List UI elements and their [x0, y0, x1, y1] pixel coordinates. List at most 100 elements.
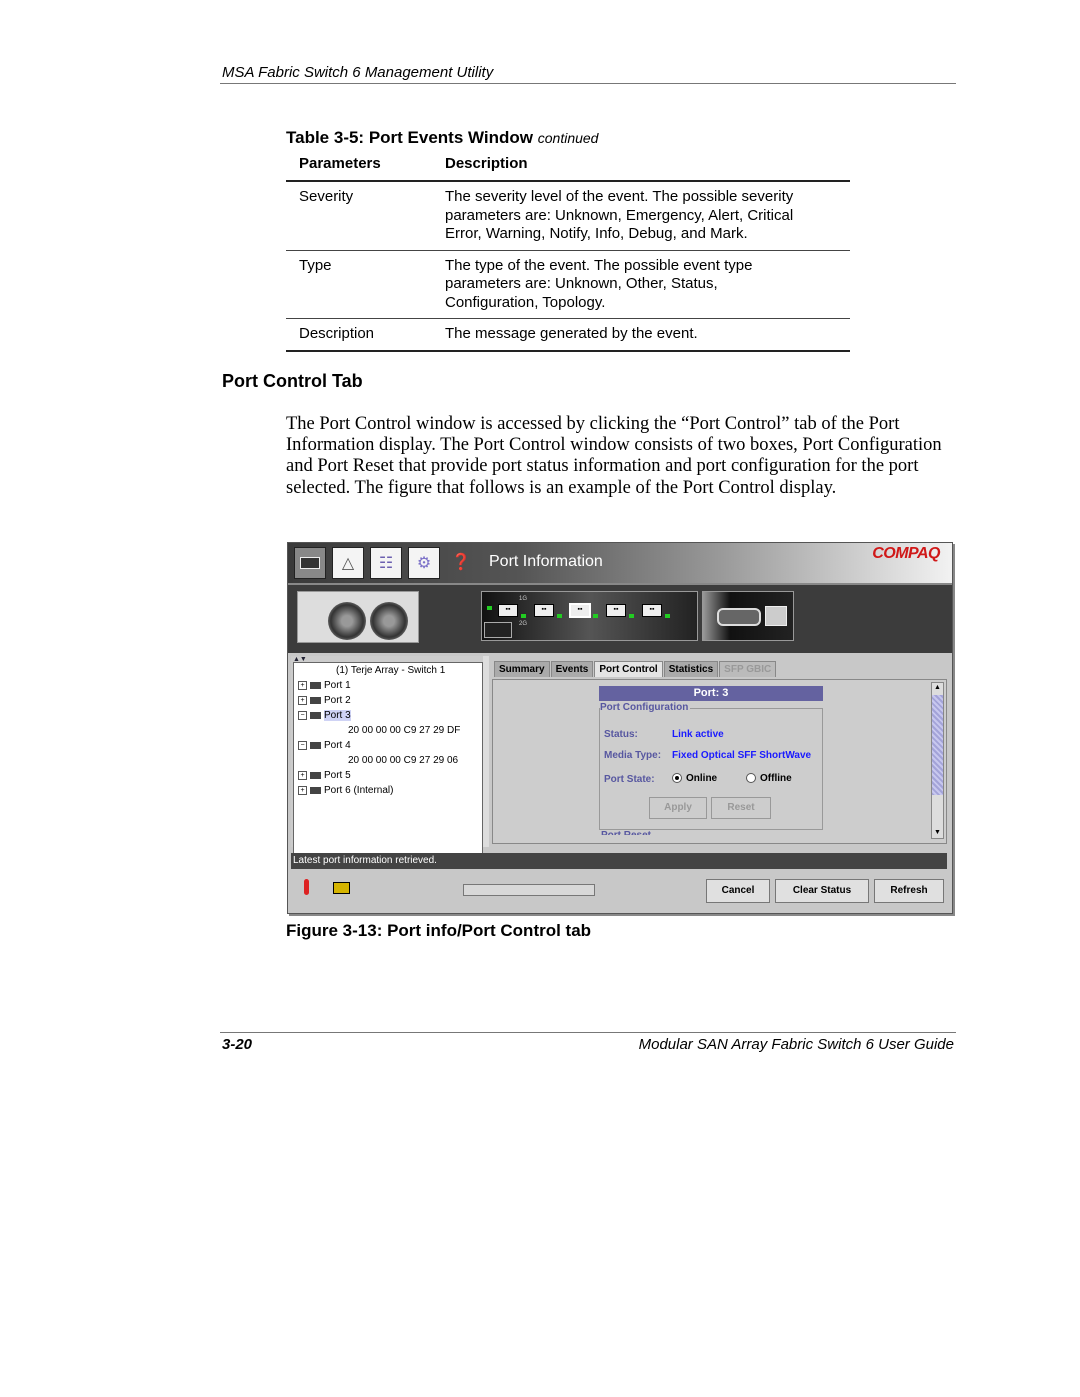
- clear-status-button[interactable]: Clear Status: [775, 879, 869, 903]
- port-5-connector[interactable]: ▪▪: [642, 604, 662, 617]
- port-status-icon: [333, 882, 350, 894]
- compaq-logo: COMPAQ: [872, 545, 940, 562]
- port-icon: [310, 696, 321, 704]
- collapse-icon[interactable]: −: [298, 710, 307, 720]
- expand-icon[interactable]: +: [298, 770, 307, 780]
- port-bay: ▪▪ ▪▪ ▪▪ ▪▪ ▪▪ 1G 2G: [481, 591, 698, 641]
- apply-button[interactable]: Apply: [649, 797, 707, 819]
- port-information-window: △ ☷ ⚙ ❓ Port Information COMPAQ ▪▪ ▪▪ ▪▪…: [287, 542, 953, 914]
- tree-node-port-5[interactable]: + Port 5: [298, 770, 351, 781]
- port-icon: [310, 786, 321, 794]
- node-label: Port 5: [324, 770, 351, 781]
- tab-port-control[interactable]: Port Control: [594, 661, 663, 677]
- port-2-connector[interactable]: ▪▪: [534, 604, 554, 617]
- expand-icon[interactable]: +: [298, 680, 307, 690]
- progress-bar: [463, 884, 595, 896]
- port-6-internal: [484, 622, 512, 638]
- port-3-connector[interactable]: ▪▪: [569, 603, 591, 618]
- tree-node-port-1[interactable]: + Port 1: [298, 680, 351, 691]
- ethernet-port-icon: [765, 606, 787, 626]
- scroll-up-icon[interactable]: ▲: [932, 683, 943, 693]
- tab-statistics[interactable]: Statistics: [663, 661, 719, 677]
- port-4-connector[interactable]: ▪▪: [606, 604, 626, 617]
- table-row: Description The message generated by the…: [286, 319, 850, 352]
- port-1-connector[interactable]: ▪▪: [498, 604, 518, 617]
- table-row: Severity The severity level of the event…: [286, 182, 850, 251]
- window-title: Port Information: [489, 553, 603, 570]
- param-cell: Type: [299, 256, 332, 274]
- vertical-scrollbar[interactable]: ▲ ▼: [931, 682, 944, 839]
- offline-label: Offline: [760, 773, 792, 784]
- switch-chassis: ▪▪ ▪▪ ▪▪ ▪▪ ▪▪ 1G 2G: [288, 583, 952, 653]
- cancel-button[interactable]: Cancel: [706, 879, 770, 903]
- port-configuration-legend: Port Configuration: [600, 702, 691, 713]
- tab-summary[interactable]: Summary: [494, 661, 550, 677]
- online-radio[interactable]: Online: [672, 773, 717, 784]
- status-value: Link active: [672, 729, 724, 740]
- desc-line: The message generated by the event.: [445, 325, 698, 342]
- port-events-table: Parameters Description Severity The seve…: [286, 155, 850, 352]
- port-configuration-box: Port Configuration Status: Link active M…: [599, 702, 823, 830]
- table-title: Table 3-5: Port Events Window continued: [286, 128, 598, 148]
- scroll-thumb[interactable]: [932, 695, 943, 795]
- header-description: Description: [445, 155, 528, 172]
- table-header: Parameters Description: [286, 155, 850, 182]
- speed-label: 2G: [519, 621, 528, 627]
- section-heading: Port Control Tab: [222, 371, 363, 391]
- table-row: Type The type of the event. The possible…: [286, 251, 850, 319]
- footer-title: Modular SAN Array Fabric Switch 6 User G…: [638, 1036, 954, 1053]
- expand-icon[interactable]: +: [298, 695, 307, 705]
- tab-sfp-gbic[interactable]: SFP GBIC: [719, 661, 777, 677]
- speed-label: 1G: [519, 596, 528, 602]
- collapse-icon[interactable]: −: [298, 740, 307, 750]
- figure-caption: Figure 3-13: Port info/Port Control tab: [286, 921, 592, 940]
- topology-icon[interactable]: △: [332, 547, 364, 579]
- desc-line: parameters are: Unknown, Other, Status,: [445, 275, 718, 292]
- port-icon: [310, 681, 321, 689]
- thermometer-icon: [304, 879, 309, 895]
- link-led: [521, 614, 526, 618]
- header-parameters: Parameters: [299, 155, 381, 172]
- tree-node-wwn[interactable]: 20 00 00 00 C9 27 29 06: [348, 755, 458, 766]
- desc-line: Configuration, Topology.: [445, 293, 606, 311]
- reset-button[interactable]: Reset: [711, 797, 771, 819]
- page-number: 3-20: [222, 1036, 253, 1053]
- expand-icon[interactable]: +: [298, 785, 307, 795]
- tab-events[interactable]: Events: [550, 661, 594, 677]
- port-reset-legend: Port Reset: [601, 830, 651, 835]
- database-icon[interactable]: ☷: [370, 547, 402, 579]
- node-label: Port 6 (Internal): [324, 785, 394, 796]
- refresh-button[interactable]: Refresh: [874, 879, 944, 903]
- detail-panel: Summary Events Port Control Statistics S…: [490, 656, 947, 847]
- media-type-value: Fixed Optical SFF ShortWave: [672, 750, 812, 761]
- scroll-down-icon[interactable]: ▼: [932, 828, 943, 838]
- link-led: [665, 614, 670, 618]
- table-continued: continued: [537, 130, 599, 146]
- bottom-bar: Cancel Clear Status Refresh: [288, 873, 952, 907]
- split-pane-divider[interactable]: [483, 656, 489, 847]
- port-icon: [310, 741, 321, 749]
- offline-radio[interactable]: Offline: [746, 773, 792, 784]
- tree-node-port-6[interactable]: + Port 6 (Internal): [298, 785, 393, 796]
- port-state-label: Port State:: [604, 774, 655, 785]
- port-icon: [310, 771, 321, 779]
- tree-root[interactable]: (1) Terje Array - Switch 1: [336, 665, 445, 676]
- help-icon[interactable]: ❓: [446, 547, 476, 577]
- desc-cell: The message generated by the event.: [445, 325, 850, 344]
- link-led: [629, 614, 634, 618]
- port-tree: (1) Terje Array - Switch 1 + Port 1 + Port…: [293, 662, 483, 854]
- link-led: [557, 614, 562, 618]
- management-ports: [702, 591, 794, 641]
- port-icon[interactable]: [294, 547, 326, 579]
- tree-node-port-4[interactable]: − Port 4: [298, 740, 351, 751]
- fan-icon: [370, 602, 408, 640]
- param-cell: Description: [299, 325, 375, 342]
- running-head: MSA Fabric Switch 6 Management Utility: [222, 64, 494, 81]
- tree-node-port-2[interactable]: + Port 2: [298, 695, 351, 706]
- tree-node-wwn[interactable]: 20 00 00 00 C9 27 29 DF: [348, 725, 460, 736]
- tree-node-port-3[interactable]: − Port 3: [298, 710, 351, 721]
- status-label: Status:: [604, 729, 638, 740]
- toolbar: △ ☷ ⚙ ❓ Port Information COMPAQ: [288, 543, 952, 583]
- desc-line: The type of the event. The possible even…: [445, 256, 753, 274]
- gear-icon[interactable]: ⚙: [408, 547, 440, 579]
